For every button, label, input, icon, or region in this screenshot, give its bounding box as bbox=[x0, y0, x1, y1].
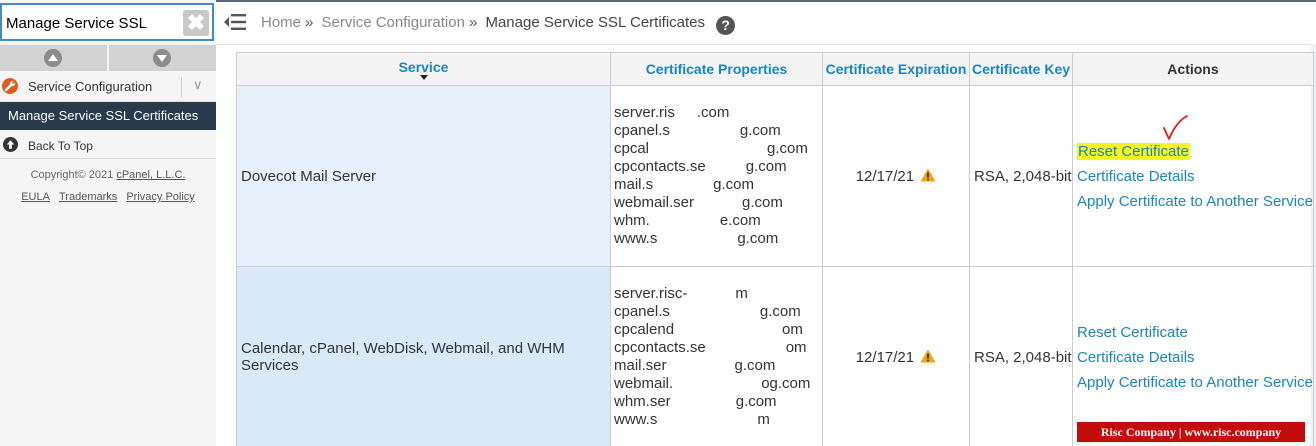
arrow-up-circle-icon bbox=[3, 137, 18, 152]
apply-certificate-link[interactable]: Apply Certificate to Another Service bbox=[1077, 189, 1313, 214]
page-title: Manage Service SSL Certificates bbox=[485, 14, 706, 31]
copyright: Copyright© 2021 cPanel, L.L.C. bbox=[0, 169, 216, 181]
domain-line: mail.s g.com bbox=[614, 176, 755, 193]
domain-line: webmail.ser g.com bbox=[614, 194, 783, 211]
sidebar-category-label: Service Configuration bbox=[28, 79, 153, 94]
column-header-key[interactable]: Certificate Key bbox=[969, 52, 1073, 86]
breadcrumb: Home» Service Configuration» Manage Serv… bbox=[261, 14, 736, 35]
domain-line: server.risc-m bbox=[614, 285, 748, 302]
service-cell: Dovecot Mail Server bbox=[236, 85, 611, 267]
sidebar-search: ✖ bbox=[0, 3, 214, 41]
column-header-label: Service bbox=[398, 58, 449, 75]
warning-icon bbox=[920, 349, 936, 362]
domain-line: cpcontacts.se g.com bbox=[614, 158, 787, 175]
sidebar-search-input[interactable] bbox=[6, 10, 178, 36]
cpanel-link[interactable]: cPanel, L.L.C. bbox=[116, 169, 185, 181]
sidebar-category-service-configuration[interactable]: Service Configuration ∨ bbox=[0, 72, 216, 102]
eula-link[interactable]: EULA bbox=[21, 191, 50, 203]
certificate-details-link[interactable]: Certificate Details bbox=[1077, 164, 1313, 189]
domain-line: mail.ser g.com bbox=[614, 357, 776, 374]
ssl-certificates-table: Service Certificate Properties Certifica… bbox=[236, 52, 1314, 446]
certificate-key-cell: RSA, 2,048-bit bbox=[969, 85, 1073, 267]
expiration-date: 12/17/21 bbox=[855, 348, 915, 366]
domain-line: whm.ser g.com bbox=[614, 393, 777, 410]
menu-toggle-icon[interactable] bbox=[223, 12, 247, 32]
privacy-policy-link[interactable]: Privacy Policy bbox=[126, 191, 194, 203]
column-header-properties[interactable]: Certificate Properties bbox=[610, 52, 823, 86]
chevron-up-icon bbox=[44, 49, 62, 67]
certificate-properties-cell: server.risc-m cpanel.s g.com cpcalend om c… bbox=[610, 266, 823, 446]
chevron-down-icon bbox=[153, 49, 171, 67]
column-header-actions: Actions bbox=[1072, 52, 1314, 86]
table-row: Calendar, cPanel, WebDisk, Webmail, and … bbox=[236, 266, 1314, 446]
domain-line: cpanel.s g.com bbox=[614, 122, 781, 139]
domain-line: webmail. og.com bbox=[614, 375, 811, 392]
back-to-top-link[interactable]: Back To Top bbox=[0, 131, 216, 159]
certificate-key-cell: RSA, 2,048-bit bbox=[969, 266, 1073, 446]
reset-certificate-link[interactable]: Reset Certificate bbox=[1077, 320, 1313, 345]
collapse-bar bbox=[0, 45, 216, 71]
header-divider bbox=[216, 44, 1316, 45]
expand-all-button[interactable] bbox=[109, 45, 216, 71]
footer-links: EULA Trademarks Privacy Policy bbox=[0, 191, 216, 203]
clear-search-button[interactable]: ✖ bbox=[183, 10, 209, 36]
domain-line: www.s m bbox=[614, 411, 770, 428]
back-to-top-label: Back To Top bbox=[28, 139, 93, 153]
breadcrumb-home[interactable]: Home bbox=[261, 14, 301, 31]
chevron-down-icon[interactable]: ∨ bbox=[193, 77, 203, 93]
reset-certificate-link[interactable]: Reset Certificate bbox=[1077, 139, 1313, 164]
certificate-details-link[interactable]: Certificate Details bbox=[1077, 345, 1313, 370]
apply-certificate-link[interactable]: Apply Certificate to Another Service bbox=[1077, 370, 1313, 395]
trademarks-link[interactable]: Trademarks bbox=[59, 191, 117, 203]
breadcrumb-service-configuration[interactable]: Service Configuration bbox=[322, 14, 465, 31]
wrench-icon bbox=[2, 78, 18, 94]
sort-desc-icon bbox=[419, 74, 428, 80]
sidebar-item-label: Manage Service SSL Certificates bbox=[8, 108, 199, 123]
watermark: Risc Company | www.risc.company bbox=[1077, 422, 1305, 442]
column-header-service[interactable]: Service bbox=[236, 52, 611, 86]
breadcrumb-separator: » bbox=[468, 14, 478, 31]
service-cell: Calendar, cPanel, WebDisk, Webmail, and … bbox=[236, 266, 611, 446]
sidebar-item-manage-service-ssl[interactable]: Manage Service SSL Certificates bbox=[0, 102, 216, 130]
expiration-cell: 12/17/21 bbox=[822, 85, 970, 267]
domain-line: server.ris .com bbox=[614, 104, 730, 121]
column-header-expiration[interactable]: Certificate Expiration bbox=[822, 52, 970, 86]
actions-cell: Reset Certificate Certificate Details Ap… bbox=[1072, 85, 1314, 267]
domain-line: cpcontacts.se om bbox=[614, 339, 807, 356]
red-checkmark-annotation bbox=[1163, 115, 1188, 140]
domain-line: cpcalend om bbox=[614, 321, 803, 338]
expiration-date: 12/17/21 bbox=[855, 167, 915, 185]
table-row: Dovecot Mail Server server.ris .com cpane… bbox=[236, 85, 1314, 267]
sidebar: ✖ Service Configuration ∨ Manage Service… bbox=[0, 0, 216, 446]
domain-line: whm. e.com bbox=[614, 212, 761, 229]
table-header-row: Service Certificate Properties Certifica… bbox=[236, 52, 1314, 86]
expiration-cell: 12/17/21 bbox=[822, 266, 970, 446]
warning-icon bbox=[920, 168, 936, 181]
domain-line: cpanel.s g.com bbox=[614, 303, 801, 320]
collapse-all-button[interactable] bbox=[0, 45, 107, 71]
domain-line: cpcal g.com bbox=[614, 140, 808, 157]
actions-cell: Reset Certificate Certificate Details Ap… bbox=[1072, 266, 1314, 446]
copyright-text: Copyright© 2021 bbox=[30, 169, 114, 181]
help-icon[interactable]: ? bbox=[716, 16, 736, 35]
certificate-properties-cell: server.ris .com cpanel.s g.com cpcal g.com … bbox=[610, 85, 823, 267]
breadcrumb-separator: » bbox=[305, 14, 314, 31]
top-border bbox=[216, 0, 1316, 2]
category-divider bbox=[181, 77, 182, 97]
domain-line: www.s g.com bbox=[614, 230, 779, 247]
